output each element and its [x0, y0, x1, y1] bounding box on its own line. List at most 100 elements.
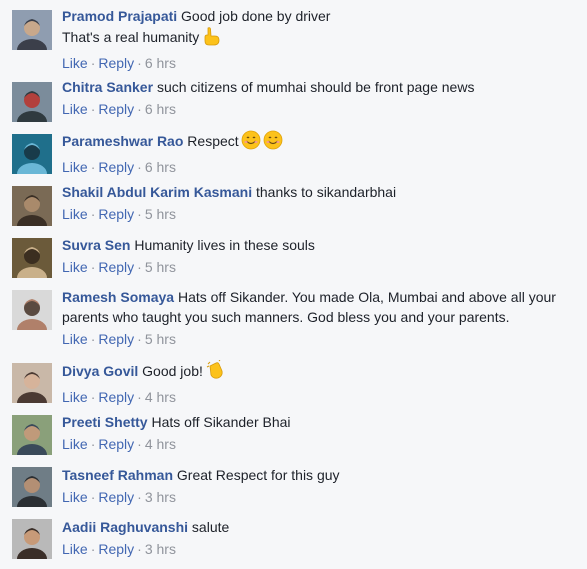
- comment-author[interactable]: Tasneef Rahman: [62, 467, 173, 483]
- comment-body: Preeti Shetty Hats off Sikander Bhai Like…: [62, 412, 582, 453]
- separator-dot: ·: [137, 436, 142, 452]
- comment-timestamp[interactable]: 5 hrs: [145, 206, 176, 222]
- avatar[interactable]: [12, 186, 52, 226]
- reply-button[interactable]: Reply: [98, 159, 134, 175]
- separator-dot: ·: [137, 259, 142, 275]
- comment-actions: Like · Reply · 3 hrs: [62, 540, 582, 558]
- avatar[interactable]: [12, 238, 52, 278]
- separator-dot: ·: [90, 331, 96, 347]
- comment-actions: Like · Reply · 4 hrs: [62, 435, 582, 453]
- comment-text: Respect: [187, 133, 239, 149]
- separator-dot: ·: [90, 101, 96, 117]
- comment-timestamp[interactable]: 5 hrs: [145, 259, 176, 275]
- avatar[interactable]: [12, 467, 52, 507]
- avatar[interactable]: [12, 363, 52, 403]
- like-button[interactable]: Like: [62, 436, 88, 452]
- like-button[interactable]: Like: [62, 389, 88, 405]
- separator-dot: ·: [90, 541, 96, 557]
- comment-shakil-abdul-karim-kasmani: Shakil Abdul Karim Kasmani thanks to sik…: [0, 184, 587, 236]
- comment-actions: Like · Reply · 4 hrs: [62, 388, 582, 406]
- separator-dot: ·: [137, 101, 142, 117]
- comment-text: Great Respect for this guy: [176, 467, 340, 483]
- comment-author[interactable]: Preeti Shetty: [62, 414, 148, 430]
- separator-dot: ·: [90, 436, 96, 452]
- comment-timestamp[interactable]: 3 hrs: [145, 489, 176, 505]
- reply-button[interactable]: Reply: [98, 489, 134, 505]
- comment-actions: Like · Reply · 3 hrs: [62, 488, 582, 506]
- separator-dot: ·: [90, 389, 96, 405]
- comment-author[interactable]: Suvra Sen: [62, 237, 130, 253]
- comment-content: Ramesh Somaya Hats off Sikander. You mad…: [62, 287, 582, 327]
- reply-button[interactable]: Reply: [98, 101, 134, 117]
- avatar[interactable]: [12, 10, 52, 50]
- comment-tasneef-rahman: Tasneef Rahman Great Respect for this gu…: [0, 467, 587, 517]
- comment-text: thanks to sikandarbhai: [255, 184, 397, 200]
- reply-button[interactable]: Reply: [98, 206, 134, 222]
- comment-text: Humanity lives in these souls: [134, 237, 315, 253]
- avatar[interactable]: [12, 290, 52, 330]
- separator-dot: ·: [137, 541, 142, 557]
- reply-button[interactable]: Reply: [98, 331, 134, 347]
- comment-author[interactable]: Pramod Prajapati: [62, 8, 177, 24]
- like-button[interactable]: Like: [62, 541, 88, 557]
- comment-author[interactable]: Shakil Abdul Karim Kasmani: [62, 184, 252, 200]
- comment-timestamp[interactable]: 5 hrs: [145, 331, 176, 347]
- separator-dot: ·: [137, 159, 142, 175]
- comment-author[interactable]: Aadii Raghuvanshi: [62, 519, 188, 535]
- like-button[interactable]: Like: [62, 259, 88, 275]
- comment-actions: Like · Reply · 5 hrs: [62, 258, 582, 276]
- reply-button[interactable]: Reply: [98, 389, 134, 405]
- comment-author[interactable]: Parameshwar Rao: [62, 133, 183, 149]
- comment-content: Divya Govil Good job!: [62, 359, 582, 385]
- comment-aadii-raghuvanshi: Aadii Raghuvanshi salute Like · Reply · 3 hrs: [0, 519, 587, 569]
- like-button[interactable]: Like: [62, 206, 88, 222]
- separator-dot: ·: [90, 55, 96, 71]
- comment-author[interactable]: Ramesh Somaya: [62, 289, 174, 305]
- comment-timestamp[interactable]: 6 hrs: [145, 55, 176, 71]
- separator-dot: ·: [90, 159, 96, 175]
- comment-author[interactable]: Divya Govil: [62, 363, 138, 379]
- comment-content: Parameshwar Rao Respect: [62, 130, 582, 155]
- reply-button[interactable]: Reply: [98, 541, 134, 557]
- comment-preeti-shetty: Preeti Shetty Hats off Sikander Bhai Like…: [0, 412, 587, 465]
- comment-chitra-sanker: Chitra Sanker such citizens of mumhai sh…: [0, 79, 587, 132]
- avatar[interactable]: [12, 134, 52, 174]
- reply-button[interactable]: Reply: [98, 55, 134, 71]
- comment-timestamp[interactable]: 6 hrs: [145, 159, 176, 175]
- separator-dot: ·: [90, 206, 96, 222]
- separator-dot: ·: [137, 489, 142, 505]
- separator-dot: ·: [90, 259, 96, 275]
- comment-actions: Like · Reply · 6 hrs: [62, 100, 582, 118]
- comment-suvra-sen: Suvra Sen Humanity lives in these souls L…: [0, 235, 587, 288]
- comment-body: Ramesh Somaya Hats off Sikander. You mad…: [62, 287, 582, 348]
- like-button[interactable]: Like: [62, 101, 88, 117]
- comment-body: Tasneef Rahman Great Respect for this gu…: [62, 465, 582, 506]
- comment-timestamp[interactable]: 4 hrs: [145, 436, 176, 452]
- avatar[interactable]: [12, 519, 52, 559]
- comment-author[interactable]: Chitra Sanker: [62, 79, 153, 95]
- comment-timestamp[interactable]: 6 hrs: [145, 101, 176, 117]
- avatar[interactable]: [12, 82, 52, 122]
- comment-content: Preeti Shetty Hats off Sikander Bhai: [62, 412, 582, 432]
- comment-actions: Like · Reply · 6 hrs: [62, 54, 582, 72]
- comment-text: salute: [191, 519, 230, 535]
- comment-timestamp[interactable]: 3 hrs: [145, 541, 176, 557]
- avatar[interactable]: [12, 415, 52, 455]
- separator-dot: ·: [137, 206, 142, 222]
- comment-body: Pramod Prajapati Good job done by driver…: [62, 6, 582, 72]
- comment-content: Suvra Sen Humanity lives in these souls: [62, 235, 582, 255]
- comment-text: Hats off Sikander Bhai: [151, 414, 291, 430]
- reply-button[interactable]: Reply: [98, 436, 134, 452]
- separator-dot: ·: [137, 55, 142, 71]
- comment-body: Aadii Raghuvanshi salute Like · Reply · 3 hrs: [62, 517, 582, 558]
- separator-dot: ·: [137, 331, 142, 347]
- like-button[interactable]: Like: [62, 55, 88, 71]
- comment-content: Aadii Raghuvanshi salute: [62, 517, 582, 537]
- comment-timestamp[interactable]: 4 hrs: [145, 389, 176, 405]
- like-button[interactable]: Like: [62, 159, 88, 175]
- comment-body: Parameshwar Rao Respect Like · Reply · 6 hrs: [62, 130, 582, 176]
- like-button[interactable]: Like: [62, 489, 88, 505]
- like-button[interactable]: Like: [62, 331, 88, 347]
- comment-text: Good job!: [142, 363, 203, 379]
- reply-button[interactable]: Reply: [98, 259, 134, 275]
